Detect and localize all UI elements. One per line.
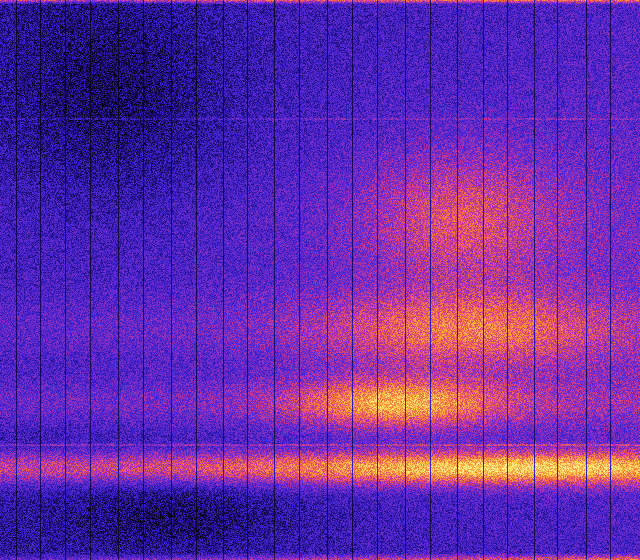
spectrogram-view (0, 0, 640, 560)
spectrogram-heatmap (0, 0, 640, 560)
